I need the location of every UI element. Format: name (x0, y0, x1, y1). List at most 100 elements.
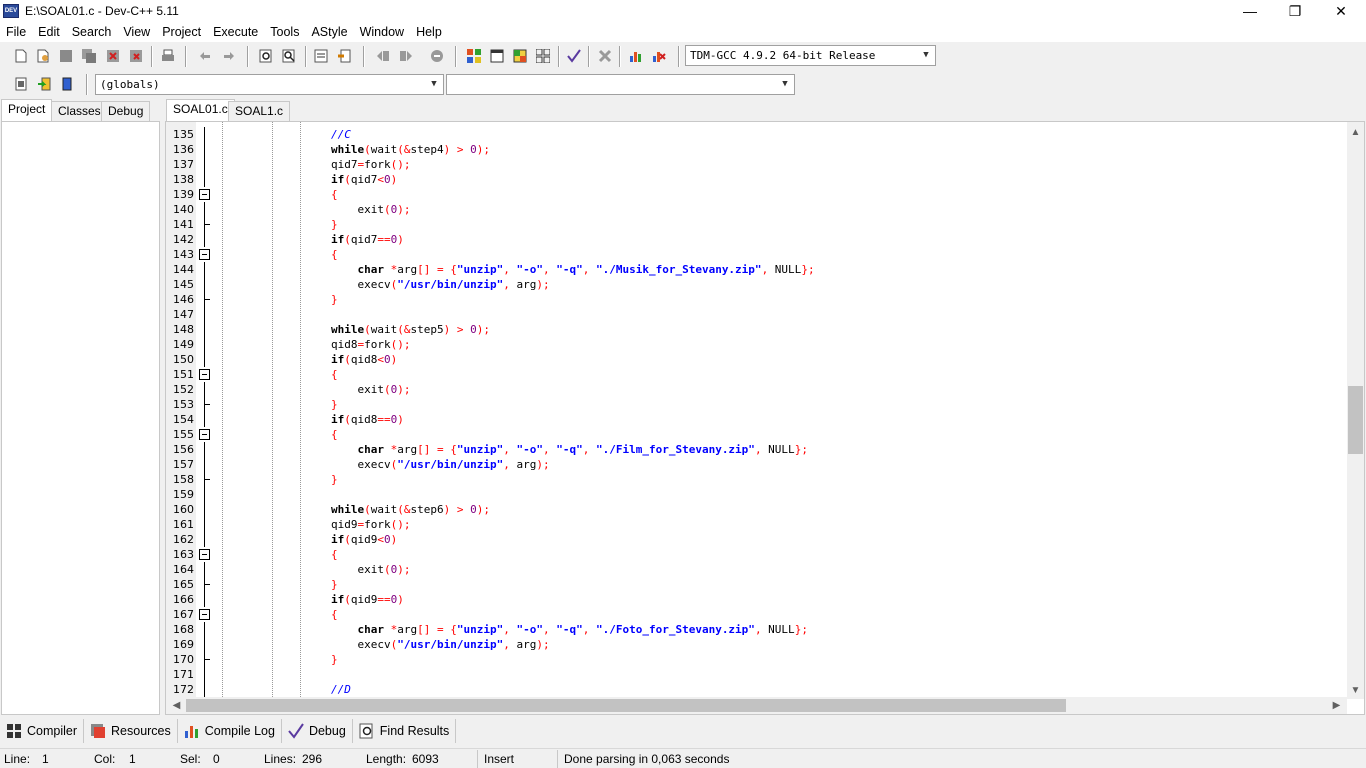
menu-help[interactable]: Help (410, 25, 448, 39)
code-line[interactable]: } (331, 397, 1364, 412)
tab-classes[interactable]: Classes (51, 101, 108, 121)
syntax-check-button[interactable] (564, 46, 584, 66)
code-line[interactable]: qid7=fork(); (331, 157, 1364, 172)
code-line[interactable]: { (331, 247, 1364, 262)
scroll-down-icon[interactable]: ▼ (1347, 682, 1364, 699)
close-window-button[interactable]: ✕ (1318, 0, 1364, 22)
scope-select[interactable]: (globals) ▼ (95, 74, 444, 95)
save-all-button[interactable] (79, 46, 99, 66)
code-area[interactable]: //C while(wait(&step4) > 0); qid7=fork(); i… (216, 122, 1346, 699)
print-button[interactable] (158, 46, 178, 66)
code-line[interactable]: execv("/usr/bin/unzip", arg); (331, 457, 1364, 472)
unindent-button[interactable] (396, 46, 416, 66)
rebuild-button[interactable] (533, 46, 553, 66)
goto-button[interactable] (311, 46, 331, 66)
code-line[interactable]: while(wait(&step5) > 0); (331, 322, 1364, 337)
tab-compiler[interactable]: Compiler (0, 719, 85, 743)
vertical-scrollbar[interactable]: ▲ ▼ (1347, 122, 1364, 699)
scroll-right-icon[interactable]: ▶ (1328, 697, 1345, 714)
replace-button[interactable] (279, 46, 299, 66)
code-line[interactable]: if(qid7==0) (331, 232, 1364, 247)
code-line[interactable] (331, 307, 1364, 322)
code-line[interactable]: } (331, 292, 1364, 307)
profile-button[interactable] (626, 46, 646, 66)
scroll-left-icon[interactable]: ◀ (168, 697, 185, 714)
goto-definition-button[interactable] (57, 74, 77, 94)
open-button[interactable] (33, 46, 53, 66)
code-line[interactable]: { (331, 367, 1364, 382)
menu-window[interactable]: Window (354, 25, 410, 39)
redo-button[interactable] (219, 46, 239, 66)
goto-declaration-button[interactable] (34, 74, 54, 94)
code-line[interactable]: exit(0); (331, 562, 1364, 577)
tab-compile-log[interactable]: Compile Log (178, 719, 282, 743)
undo-button[interactable] (195, 46, 215, 66)
code-line[interactable]: //D (331, 682, 1364, 697)
menu-project[interactable]: Project (156, 25, 207, 39)
fold-collapse-icon[interactable] (199, 189, 210, 200)
code-line[interactable]: //C (331, 127, 1364, 142)
code-line[interactable]: } (331, 577, 1364, 592)
code-line[interactable]: execv("/usr/bin/unzip", arg); (331, 277, 1364, 292)
delete-profile-button[interactable] (649, 46, 669, 66)
code-line[interactable]: char *arg[] = {"unzip", "-o", "-q", "./F… (331, 442, 1364, 457)
vertical-scroll-thumb[interactable] (1348, 386, 1363, 454)
tab-project[interactable]: Project (1, 99, 53, 121)
tab-soal1-c[interactable]: SOAL1.c (228, 101, 291, 121)
code-line[interactable]: } (331, 217, 1364, 232)
toggle-comment-button[interactable] (427, 46, 447, 66)
code-line[interactable]: if(qid9<0) (331, 532, 1364, 547)
fold-collapse-icon[interactable] (199, 429, 210, 440)
insert-button[interactable] (11, 74, 31, 94)
stop-button[interactable] (595, 46, 615, 66)
code-line[interactable]: { (331, 607, 1364, 622)
menu-astyle[interactable]: AStyle (305, 25, 353, 39)
code-line[interactable] (331, 487, 1364, 502)
horizontal-scroll-thumb[interactable] (186, 699, 1066, 712)
close-all-button[interactable] (126, 46, 146, 66)
compiler-select[interactable]: TDM-GCC 4.9.2 64-bit Release ▼ (685, 45, 936, 66)
menu-view[interactable]: View (117, 25, 156, 39)
fold-collapse-icon[interactable] (199, 249, 210, 260)
code-line[interactable]: qid9=fork(); (331, 517, 1364, 532)
tab-debug[interactable]: Debug (101, 101, 151, 121)
find-button[interactable] (256, 46, 276, 66)
code-line[interactable] (331, 667, 1364, 682)
code-line[interactable]: char *arg[] = {"unzip", "-o", "-q", "./M… (331, 262, 1364, 277)
code-line[interactable]: exit(0); (331, 202, 1364, 217)
code-line[interactable]: if(qid9==0) (331, 592, 1364, 607)
bookmark-button[interactable] (334, 46, 354, 66)
maximize-button[interactable]: ❐ (1272, 0, 1318, 22)
code-line[interactable]: qid8=fork(); (331, 337, 1364, 352)
menu-tools[interactable]: Tools (264, 25, 305, 39)
menu-file[interactable]: File (0, 25, 32, 39)
code-line[interactable]: while(wait(&step4) > 0); (331, 142, 1364, 157)
scroll-up-icon[interactable]: ▲ (1347, 124, 1364, 141)
code-editor[interactable]: 135 136 137 138 139 140 141 142 143 144 145 146 147 1… (165, 121, 1365, 715)
fold-collapse-icon[interactable] (199, 369, 210, 380)
code-line[interactable]: { (331, 187, 1364, 202)
project-panel[interactable] (1, 121, 160, 715)
tab-debug-output[interactable]: Debug (282, 719, 353, 743)
indent-button[interactable] (373, 46, 393, 66)
tab-resources[interactable]: Resources (84, 719, 178, 743)
compile-button[interactable] (464, 46, 484, 66)
new-file-button[interactable] (11, 46, 31, 66)
run-button[interactable] (487, 46, 507, 66)
code-line[interactable]: } (331, 472, 1364, 487)
minimize-button[interactable]: — (1227, 0, 1273, 22)
horizontal-scrollbar[interactable]: ◀ ▶ (166, 697, 1347, 714)
code-line[interactable]: exit(0); (331, 382, 1364, 397)
code-line[interactable]: while(wait(&step6) > 0); (331, 502, 1364, 517)
code-line[interactable]: char *arg[] = {"unzip", "-o", "-q", "./F… (331, 622, 1364, 637)
code-line[interactable]: } (331, 652, 1364, 667)
fold-collapse-icon[interactable] (199, 609, 210, 620)
member-select[interactable]: ▼ (446, 74, 795, 95)
code-line[interactable]: execv("/usr/bin/unzip", arg); (331, 637, 1364, 652)
menu-execute[interactable]: Execute (207, 25, 264, 39)
close-file-button[interactable] (103, 46, 123, 66)
menu-search[interactable]: Search (66, 25, 118, 39)
code-line[interactable]: if(qid7<0) (331, 172, 1364, 187)
compile-run-button[interactable] (510, 46, 530, 66)
code-line[interactable]: { (331, 547, 1364, 562)
